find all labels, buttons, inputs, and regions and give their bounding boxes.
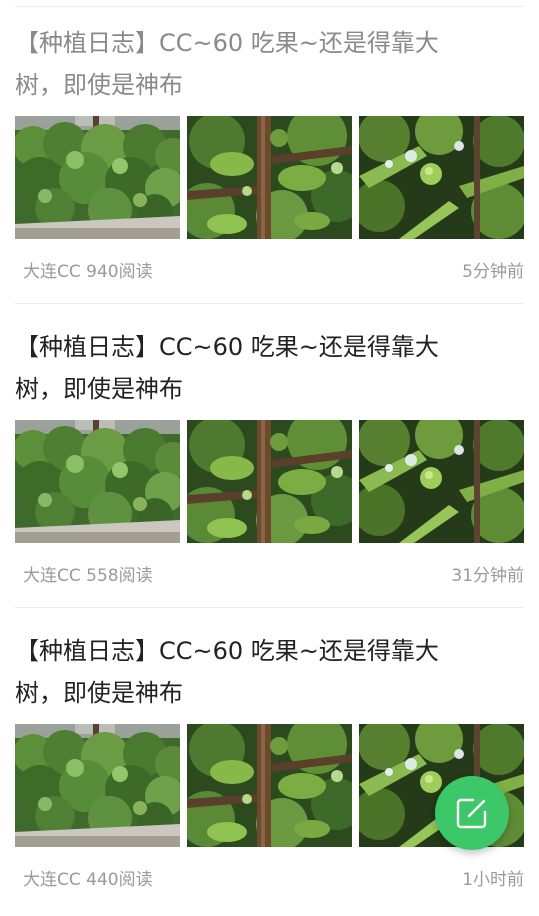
post-images xyxy=(15,420,525,543)
compose-button[interactable] xyxy=(435,776,509,850)
post-image-bush[interactable] xyxy=(15,420,180,543)
post-time: 5分钟前 xyxy=(462,262,524,282)
post-meta: 大连CC 440阅读 1小时前 xyxy=(15,862,524,892)
post-images xyxy=(15,116,525,239)
post-image-bush[interactable] xyxy=(15,724,180,847)
author-views-label: 大连CC 940阅读 xyxy=(23,262,153,282)
post-image-fig-branch[interactable] xyxy=(187,724,352,847)
post-card[interactable]: 【种植日志】CC~60 吃果~还是得靠大树，即使是神布 大连CC 558阅读 3… xyxy=(0,304,539,608)
post-time: 31分钟前 xyxy=(451,566,524,586)
author-views-label: 大连CC 558阅读 xyxy=(23,566,153,586)
post-image-bush[interactable] xyxy=(15,116,180,239)
post-image-fig-fruit[interactable] xyxy=(359,420,524,543)
post-title[interactable]: 【种植日志】CC~60 吃果~还是得靠大树，即使是神布 xyxy=(15,630,485,714)
post-image-fig-branch[interactable] xyxy=(187,116,352,239)
compose-icon xyxy=(455,796,489,830)
post-card[interactable]: 【种植日志】CC~60 吃果~还是得靠大树，即使是神布 大连CC 440阅读 1… xyxy=(0,608,539,912)
post-time: 1小时前 xyxy=(462,870,524,890)
post-card[interactable]: 【种植日志】CC~60 吃果~还是得靠大树，即使是神布 大连CC 940阅读 5… xyxy=(0,0,539,304)
post-image-fig-branch[interactable] xyxy=(187,420,352,543)
post-title[interactable]: 【种植日志】CC~60 吃果~还是得靠大树，即使是神布 xyxy=(15,22,485,106)
author-views-label: 大连CC 440阅读 xyxy=(23,870,153,890)
post-image-fig-fruit[interactable] xyxy=(359,116,524,239)
post-meta: 大连CC 940阅读 5分钟前 xyxy=(15,254,524,284)
post-meta: 大连CC 558阅读 31分钟前 xyxy=(15,558,524,588)
post-title[interactable]: 【种植日志】CC~60 吃果~还是得靠大树，即使是神布 xyxy=(15,326,485,410)
